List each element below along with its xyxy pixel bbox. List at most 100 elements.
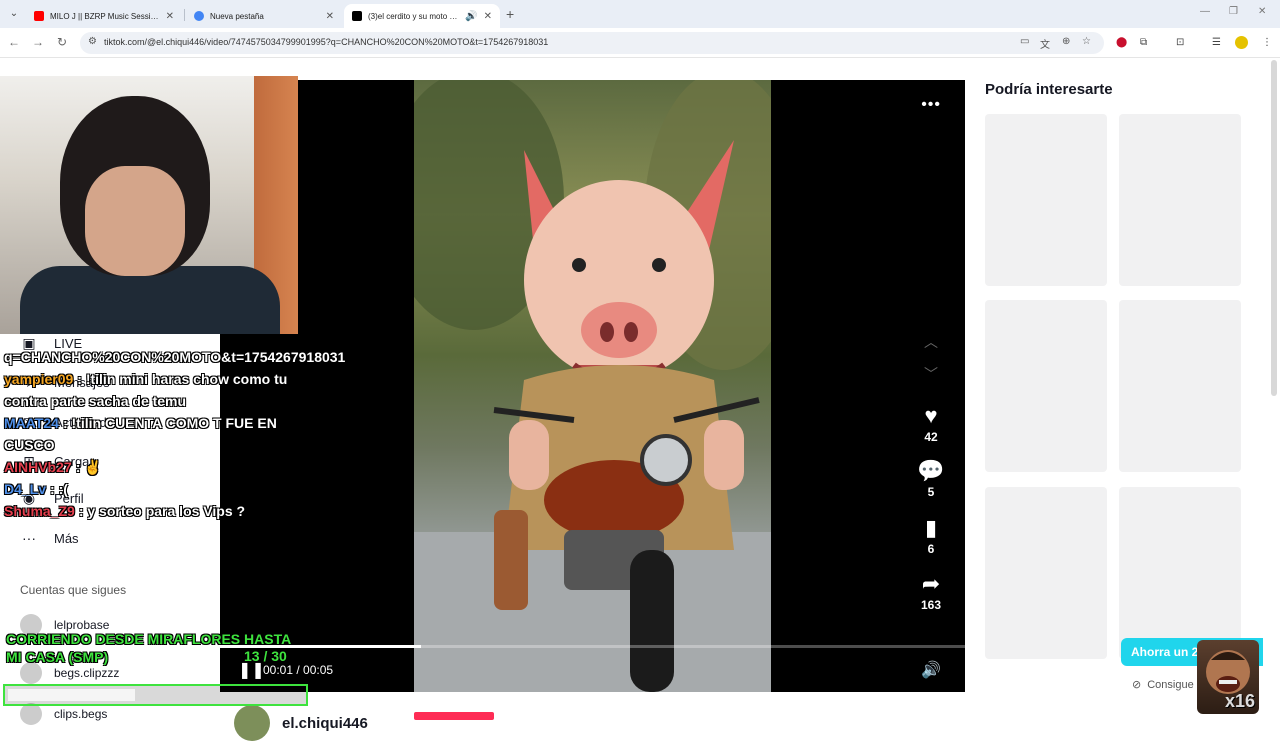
suggestion-card[interactable]	[985, 114, 1107, 286]
media-control-icon[interactable]: ⊡	[1176, 37, 1184, 48]
stream-chat-overlay: q=CHANCHO%20CON%20MOTO&t=1754267918031 y…	[4, 346, 345, 522]
more-options-icon[interactable]: •••	[921, 96, 941, 114]
chrome-icon	[194, 11, 204, 21]
share-count: 163	[920, 598, 942, 612]
comment-icon: 💬	[917, 458, 945, 483]
author-name[interactable]: el.chiqui446	[282, 715, 368, 732]
forward-icon[interactable]: →	[30, 35, 46, 49]
suggestion-card[interactable]	[1119, 114, 1241, 286]
bookmark-count: 6	[927, 542, 935, 556]
bookmark-button[interactable]: ▮ 6	[917, 515, 945, 557]
install-app-icon[interactable]: ▭	[1020, 36, 1029, 47]
tab-tiktok-video[interactable]: (3)el cerdito y su moto | vid 🔊 ✕	[344, 4, 500, 28]
chat-username: D4_Lv	[4, 481, 47, 497]
chat-username: MAAT24	[4, 415, 59, 431]
share-button[interactable]: ➦ 163	[917, 571, 945, 613]
consigue-label: Consigue	[1147, 678, 1194, 691]
like-button[interactable]: ♥ 42	[917, 403, 945, 445]
chat-text: : ✌️	[75, 459, 102, 475]
video-frame	[414, 80, 771, 692]
reading-list-icon[interactable]: ☰	[1212, 37, 1221, 48]
chat-message: MAAT24: !tilin CUENTA COMO T FUE EN CUSC…	[4, 412, 300, 456]
tab-title: Nueva pestaña	[210, 11, 264, 21]
share-icon: ➦	[921, 571, 941, 596]
url-text[interactable]: tiktok.com/@el.chiqui446/video/747457503…	[104, 37, 548, 47]
chat-text: q=CHANCHO%20CON%20MOTO&t=1754267918031	[4, 349, 346, 365]
tab-nueva-pestana[interactable]: Nueva pestaña ✕	[186, 4, 342, 28]
webcam-overlay	[0, 76, 298, 334]
address-bar[interactable]: ⚙ tiktok.com/@el.chiqui446/video/7474575…	[80, 32, 1104, 54]
follow-button[interactable]	[414, 712, 494, 720]
author-row[interactable]: el.chiqui446	[234, 705, 368, 741]
chat-username: yampier09	[4, 371, 74, 387]
suggestion-card[interactable]	[985, 300, 1107, 472]
page-scrollbar[interactable]	[1271, 60, 1277, 396]
avatar	[20, 703, 42, 725]
tab-title: (3)el cerdito y su moto | vid	[368, 11, 460, 21]
comment-count: 5	[927, 485, 935, 499]
video-player[interactable]: ••• ︿ ﹀ ♥ 42 💬 5 ▮ 6 ➦ 163 ❚❚ 00:01 / 00…	[220, 80, 965, 692]
chat-text: : y sorteo para los Vips ?	[78, 503, 246, 519]
profile-avatar-icon[interactable]	[1235, 36, 1248, 49]
zoom-icon[interactable]: ⊕	[1062, 36, 1070, 47]
menu-dots-icon[interactable]: ⋮	[1262, 37, 1272, 48]
close-icon[interactable]: ✕	[484, 11, 492, 22]
chat-message: D4_Lv: :(	[4, 478, 300, 500]
bookmark-star-icon[interactable]: ☆	[1082, 36, 1091, 47]
suggestion-card[interactable]	[985, 487, 1107, 659]
account-name: clips.begs	[54, 707, 108, 721]
following-heading: Cuentas que sigues	[20, 583, 127, 597]
heart-icon: ♥	[924, 403, 938, 428]
chat-text: : :(	[50, 481, 68, 497]
sidebar-item-more[interactable]: ··· Más	[20, 530, 79, 546]
tab-strip: ⌄ MILO J || BZRP Music Sessions # ✕ Nuev…	[0, 0, 1280, 28]
chat-message: Shuma_Z9: y sorteo para los Vips ?	[4, 500, 300, 522]
chat-message: q=CHANCHO%20CON%20MOTO&t=1754267918031	[4, 346, 345, 368]
emote-overlay: x16	[1197, 640, 1259, 714]
minimize-icon[interactable]: —	[1200, 6, 1210, 17]
suggestions-title: Podría interesarte	[985, 81, 1113, 98]
browser-toolbar: ← → ↻ ⚙ tiktok.com/@el.chiqui446/video/7…	[0, 28, 1280, 58]
webcam-shirt	[20, 266, 280, 334]
consigue-link[interactable]: ⊘ Consigue	[1132, 678, 1194, 692]
back-icon[interactable]: ←	[6, 35, 22, 49]
close-icon[interactable]: ✕	[166, 11, 174, 22]
bookmark-icon: ▮	[924, 515, 938, 540]
extensions-icon[interactable]: ⧉	[1140, 37, 1147, 48]
tab-search-icon[interactable]: ⌄	[6, 6, 22, 22]
translate-icon[interactable]: 文	[1040, 36, 1050, 51]
close-window-icon[interactable]: ✕	[1258, 6, 1266, 17]
following-account[interactable]: clips.begs	[20, 703, 107, 725]
next-video-icon[interactable]: ﹀	[924, 364, 938, 384]
new-tab-button[interactable]: +	[506, 6, 514, 22]
webcam-face	[85, 166, 185, 276]
stream-goal-bar	[3, 684, 308, 706]
tiktok-icon	[352, 11, 362, 21]
suggestion-card[interactable]	[1119, 487, 1241, 659]
close-icon[interactable]: ✕	[326, 11, 334, 22]
sidebar-item-label: Más	[54, 530, 79, 546]
stream-goal-fill	[8, 689, 135, 701]
tab-divider	[184, 9, 185, 21]
reload-icon[interactable]: ↻	[54, 35, 70, 49]
speaker-icon[interactable]: 🔊	[465, 11, 477, 22]
opera-extension-icon[interactable]: ⬤	[1116, 37, 1127, 48]
restore-icon[interactable]: ❐	[1229, 6, 1238, 17]
site-info-icon[interactable]: ⚙	[88, 36, 97, 47]
comment-button[interactable]: 💬 5	[917, 458, 945, 500]
youtube-icon	[34, 11, 44, 21]
video-progress-bar[interactable]	[220, 645, 965, 648]
suggestion-card[interactable]	[1119, 300, 1241, 472]
volume-icon[interactable]: 🔊	[921, 660, 941, 680]
account-name: begs.clipzzz	[54, 666, 120, 680]
previous-video-icon[interactable]: ︿	[924, 332, 938, 352]
chat-username: Shuma_Z9	[4, 503, 75, 519]
stream-goal-count: 13 / 30	[244, 648, 287, 664]
chat-message: AINHVb27: ✌️	[4, 456, 300, 478]
author-avatar[interactable]	[234, 705, 270, 741]
pig-on-motorcycle-image	[414, 80, 771, 692]
more-icon: ···	[22, 530, 36, 546]
chat-username: AINHVb27	[4, 459, 72, 475]
tab-milo-j[interactable]: MILO J || BZRP Music Sessions # ✕	[26, 4, 182, 28]
like-count: 42	[924, 430, 938, 444]
